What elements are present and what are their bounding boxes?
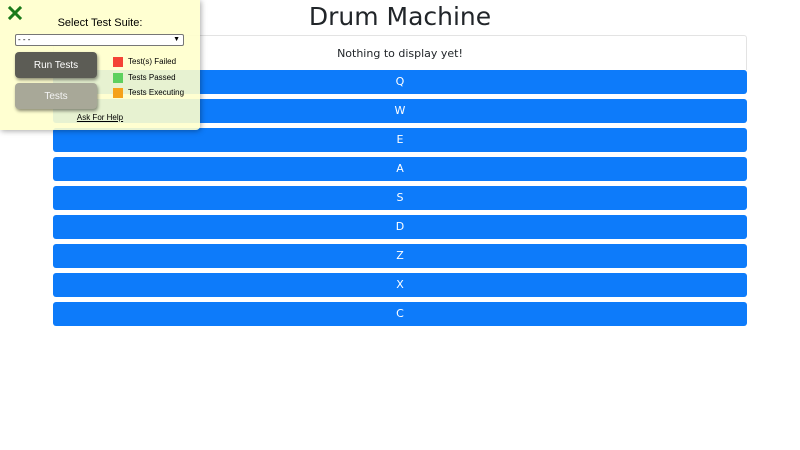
drum-pad-c[interactable]: C bbox=[53, 302, 747, 326]
drum-pad-x[interactable]: X bbox=[53, 273, 747, 297]
passed-swatch-icon bbox=[113, 73, 123, 83]
page: Drum Machine Nothing to display yet! Q W… bbox=[0, 0, 800, 450]
legend-passed: Tests Passed bbox=[113, 73, 176, 83]
legend-failed: Test(s) Failed bbox=[113, 57, 176, 67]
run-tests-button[interactable]: Run Tests bbox=[15, 52, 97, 78]
drum-pad-a[interactable]: A bbox=[53, 157, 747, 181]
drum-pad-z[interactable]: Z bbox=[53, 244, 747, 268]
test-suite-panel: Select Test Suite: - - - ▼ Run Tests Tes… bbox=[0, 0, 200, 130]
test-suite-select[interactable]: - - - ▼ bbox=[15, 34, 184, 46]
executing-swatch-icon bbox=[113, 88, 123, 98]
legend-passed-label: Tests Passed bbox=[128, 73, 176, 82]
drum-pad-d[interactable]: D bbox=[53, 215, 747, 239]
tests-button[interactable]: Tests bbox=[15, 83, 97, 109]
suite-selected-value: - - - bbox=[18, 35, 31, 44]
legend-failed-label: Test(s) Failed bbox=[128, 57, 177, 66]
failed-swatch-icon bbox=[113, 57, 123, 67]
suite-label: Select Test Suite: bbox=[57, 17, 143, 29]
ask-for-help-link[interactable]: Ask For Help bbox=[0, 113, 200, 122]
legend-executing-label: Tests Executing bbox=[128, 88, 185, 97]
legend-executing: Tests Executing bbox=[113, 88, 184, 98]
chevron-down-icon: ▼ bbox=[173, 36, 180, 43]
drum-pad-e[interactable]: E bbox=[53, 128, 747, 152]
drum-pad-s[interactable]: S bbox=[53, 186, 747, 210]
